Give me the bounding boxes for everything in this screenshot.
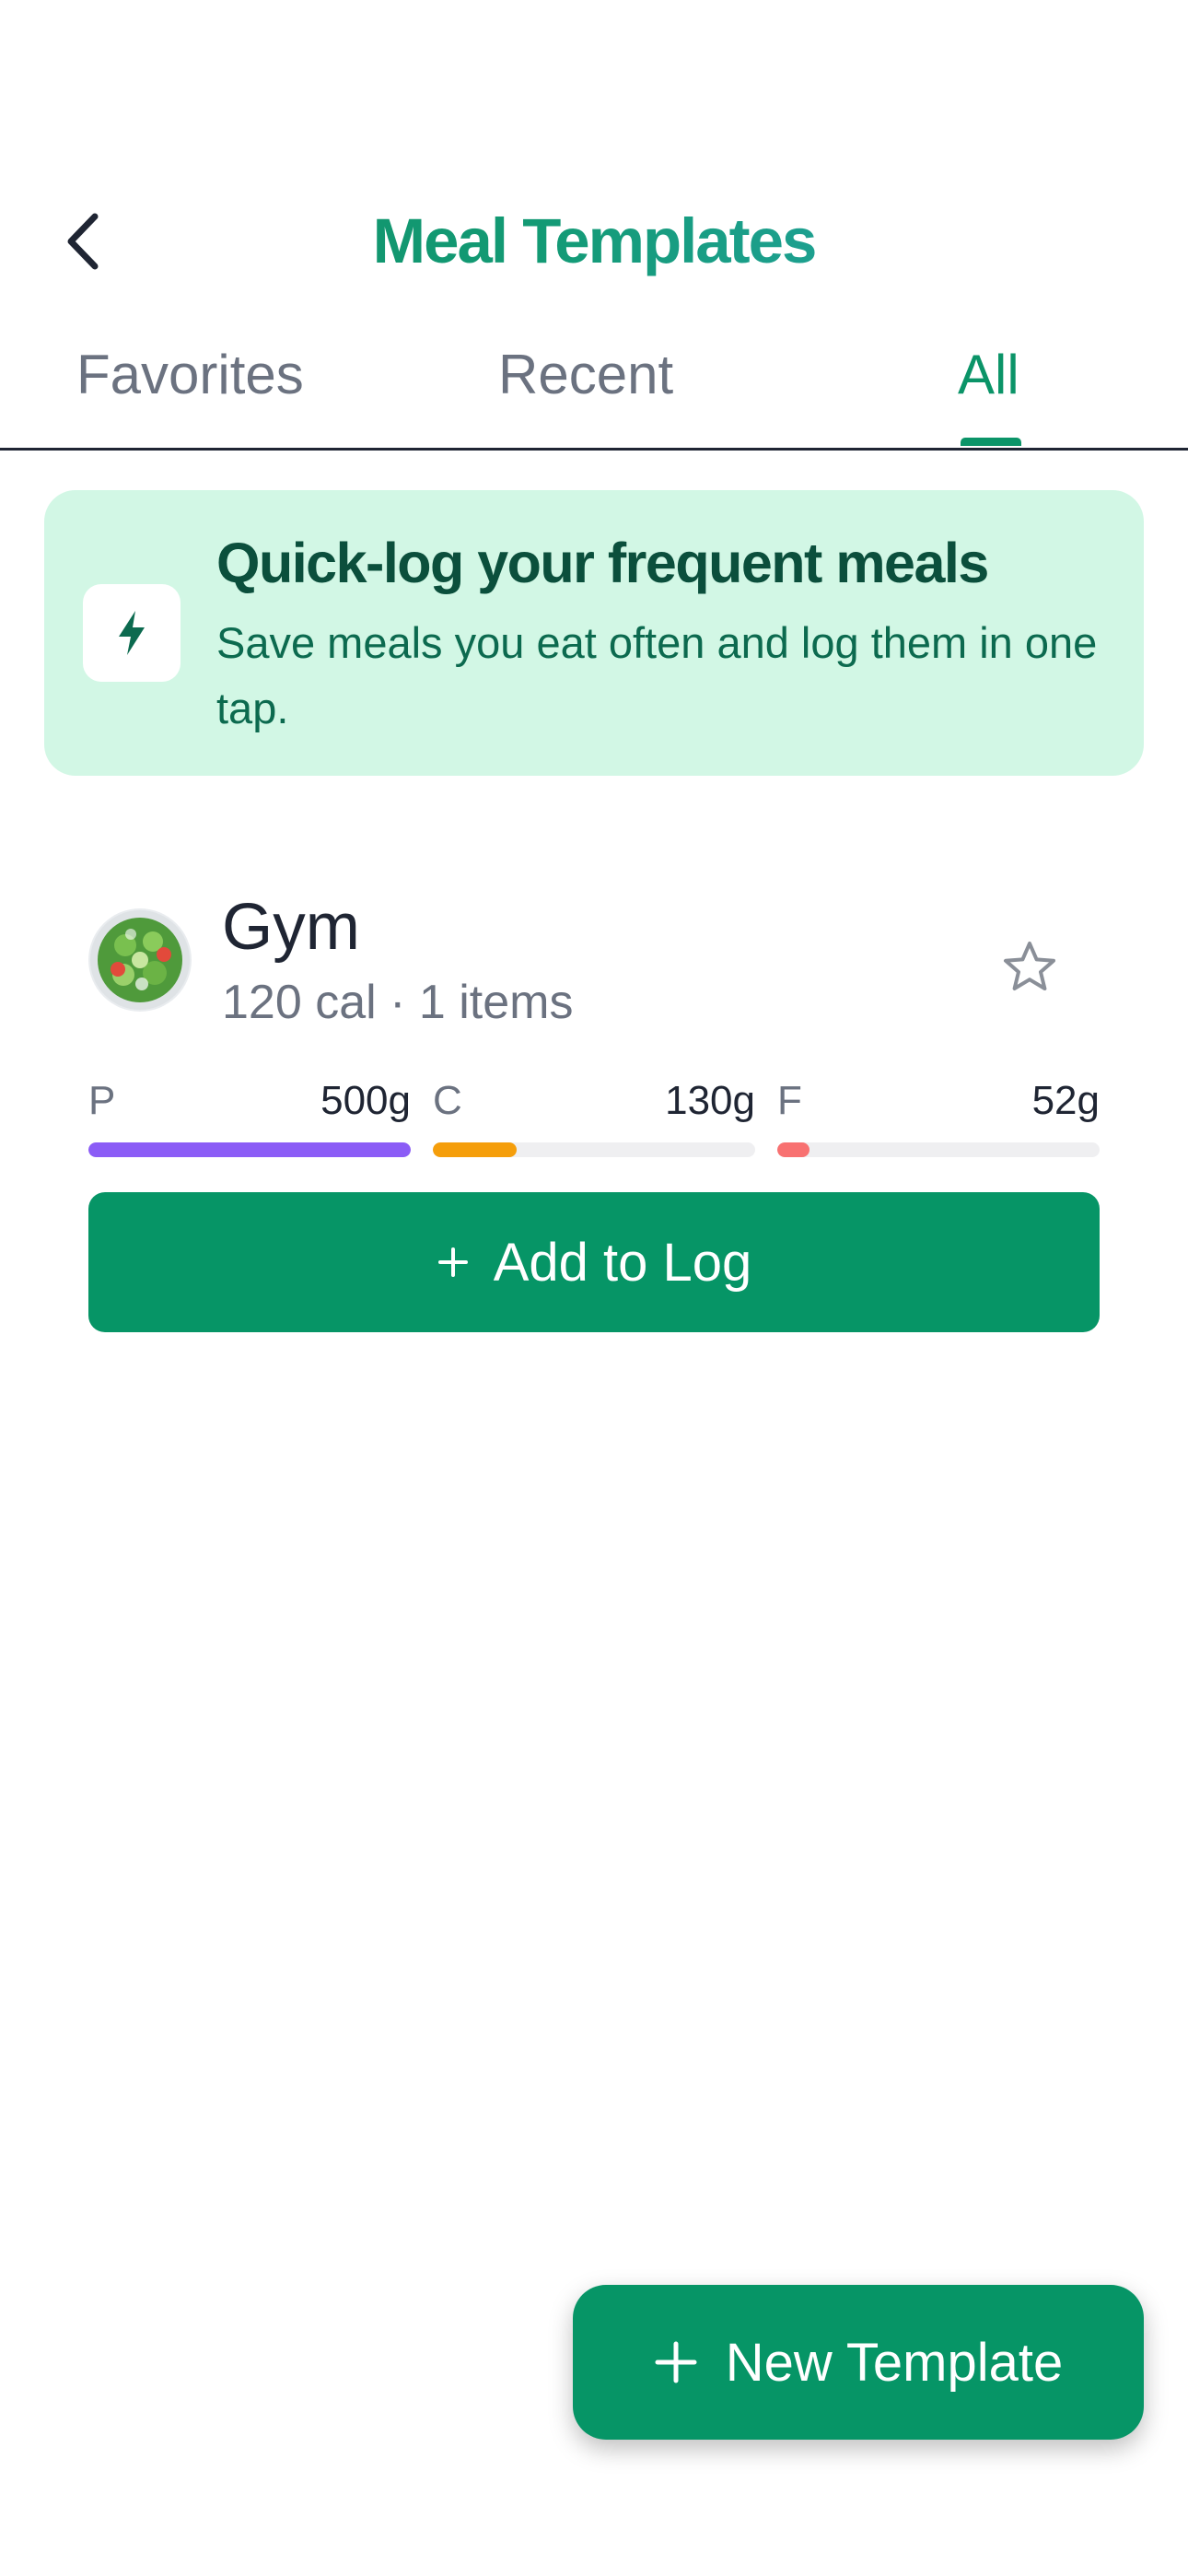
macro-amount: 500g — [320, 1078, 411, 1123]
salad-bowl-icon — [90, 910, 190, 1010]
new-template-button[interactable]: New Template — [573, 2285, 1144, 2440]
macro-progress-track — [777, 1142, 1100, 1157]
macro-progress-fill — [777, 1142, 809, 1157]
macro-amount: 130g — [665, 1078, 755, 1123]
add-to-log-label: Add to Log — [493, 1232, 752, 1293]
page-title: Meal Templates — [0, 205, 1188, 277]
lightning-icon — [119, 611, 145, 655]
template-meta: 120 cal · 1 items — [222, 976, 574, 1029]
template-card[interactable]: Gym 120 cal · 1 items P 500g C 130g F 52… — [44, 857, 1144, 1354]
plus-icon — [655, 2341, 697, 2383]
macro-progress-track — [88, 1142, 411, 1157]
macro-letter: F — [777, 1078, 802, 1123]
add-to-log-button[interactable]: Add to Log — [88, 1192, 1100, 1332]
star-outline-icon — [1004, 942, 1055, 990]
macro-letter: C — [433, 1078, 462, 1123]
favorite-button[interactable] — [993, 931, 1066, 1004]
macro-amount: 52g — [1031, 1078, 1100, 1123]
macro-progress-fill — [433, 1142, 517, 1157]
banner-title: Quick-log your frequent meals — [216, 532, 989, 594]
new-template-label: New Template — [725, 2332, 1064, 2393]
tab-all[interactable]: All — [958, 343, 1019, 406]
info-banner: Quick-log your frequent meals Save meals… — [44, 490, 1144, 776]
banner-icon-tile — [83, 584, 181, 682]
macro-progress-fill — [88, 1142, 411, 1157]
macro-progress-track — [433, 1142, 755, 1157]
meal-avatar — [88, 908, 192, 1012]
banner-description: Save meals you eat often and log them in… — [216, 618, 1098, 732]
tab-favorites[interactable]: Favorites — [76, 343, 304, 406]
template-name: Gym — [222, 891, 360, 964]
active-tab-indicator — [961, 438, 1021, 446]
tab-bar: Favorites Recent All — [0, 334, 1188, 451]
tab-recent[interactable]: Recent — [498, 343, 673, 406]
plus-icon — [437, 1247, 468, 1277]
macro-letter: P — [88, 1078, 116, 1123]
